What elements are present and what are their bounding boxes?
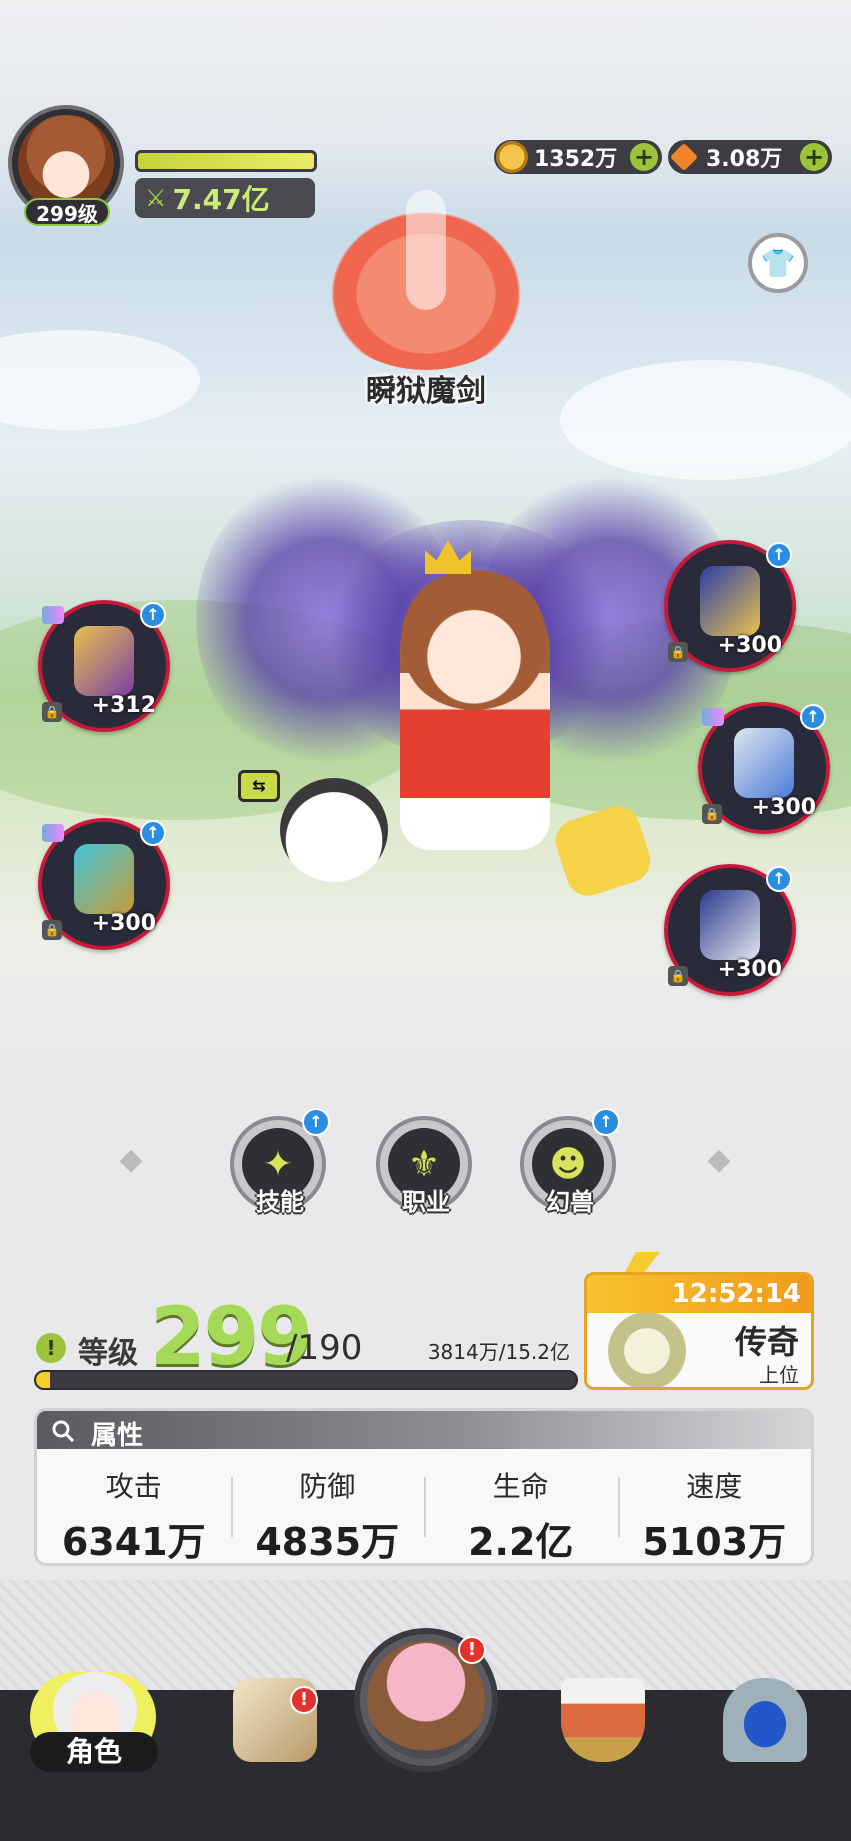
rank-card[interactable]: 12:52:14 传奇 上位 <box>584 1272 814 1390</box>
upgrade-arrow-icon: ↑ <box>140 602 166 628</box>
lock-icon: 🔒 <box>668 966 688 986</box>
lock-icon: 🔒 <box>42 920 62 940</box>
equip-slot-offhand[interactable]: ↑ 🔒 +300 <box>38 818 170 950</box>
hero-head <box>398 570 550 710</box>
gem-tag-icon <box>42 606 64 624</box>
weapon-item-icon <box>74 626 134 696</box>
rank-timer: 12:52:14 <box>587 1275 811 1313</box>
home-alert-badge: ! <box>458 1636 486 1664</box>
boots-item-icon <box>700 890 760 960</box>
wardrobe-button[interactable]: 👕 <box>748 233 808 293</box>
nav-role-label: 角色 <box>30 1732 158 1772</box>
gold-coin-icon <box>496 141 528 173</box>
upgrade-arrow-icon: ↑ <box>592 1108 620 1136</box>
gem-tag-icon <box>702 708 724 726</box>
armor-item-icon <box>734 728 794 798</box>
nav-tab-guild[interactable] <box>548 1678 658 1788</box>
class-label: 职业 <box>402 1188 450 1216</box>
upgrade-arrow-icon: ↑ <box>766 866 792 892</box>
swap-pet-icon[interactable]: ⇆ <box>238 770 280 802</box>
attributes-header: 属性 <box>37 1411 811 1451</box>
gold-amount: 1352万 <box>534 147 618 172</box>
shirt-icon: 👕 <box>760 246 796 280</box>
rank-sub: 上位 <box>759 1363 799 1387</box>
lock-icon: 🔒 <box>702 804 722 824</box>
cloud <box>560 360 851 480</box>
lock-icon: 🔒 <box>668 642 688 662</box>
panda-pet[interactable] <box>280 778 388 882</box>
attr-value: 6341万 <box>61 1520 206 1564</box>
quests-alert-badge: ! <box>290 1686 318 1714</box>
helmet-item-icon <box>700 566 760 636</box>
attributes-list: 攻击 6341万 防御 4835万 生命 2.2亿 速度 5103万 <box>37 1457 812 1563</box>
level-max: /190 <box>286 1328 363 1368</box>
attr-name: 攻击 <box>105 1470 162 1503</box>
level-info-icon[interactable]: ! <box>36 1333 66 1363</box>
ornament-divider-left: ◆ <box>119 1142 143 1177</box>
equip-slot-weapon[interactable]: ↑ 🔒 +312 <box>38 600 170 732</box>
equip-bonus: +312 <box>91 693 156 718</box>
equip-bonus: +300 <box>751 795 816 820</box>
combat-power-value: 7.47亿 <box>172 183 270 216</box>
nav-tab-portal[interactable] <box>710 1678 820 1788</box>
skill-label: 技能 <box>256 1188 304 1216</box>
attributes-panel[interactable]: 属性 攻击 6341万 防御 4835万 生命 2.2亿 速度 5103万 <box>34 1408 814 1566</box>
attr-attack: 攻击 6341万 <box>37 1457 231 1563</box>
skill-button[interactable]: ✦ ↑ 技能 <box>230 1108 330 1216</box>
equip-slot-boots[interactable]: ↑ 🔒 +300 <box>664 864 796 996</box>
attr-hp: 生命 2.2亿 <box>424 1457 618 1563</box>
equip-bonus: +300 <box>717 633 782 658</box>
combat-power: ⚔ 7.47亿 <box>135 178 315 218</box>
player-exp-bar <box>135 150 317 172</box>
exp-progress-fill <box>36 1372 50 1388</box>
search-icon <box>52 1420 75 1443</box>
attr-name: 生命 <box>492 1470 549 1503</box>
attr-speed: 速度 5103万 <box>617 1457 812 1563</box>
upgrade-arrow-icon: ↑ <box>302 1108 330 1136</box>
class-emblem[interactable] <box>318 190 534 370</box>
attr-value: 5103万 <box>642 1520 787 1564</box>
class-name: 瞬狱魔剑 <box>366 374 486 409</box>
shield-icon <box>561 1678 645 1762</box>
swords-icon: ⚔ <box>145 184 167 212</box>
rank-name: 传奇 <box>734 1323 799 1361</box>
equip-bonus: +300 <box>717 957 782 982</box>
equip-slot-armor[interactable]: ↑ 🔒 +300 <box>698 702 830 834</box>
gem-currency: 3.08万 + <box>668 140 832 174</box>
ornament-divider-right: ◆ <box>707 1142 731 1177</box>
rank-emblem-icon <box>595 1313 699 1387</box>
equip-bonus: +300 <box>91 911 156 936</box>
offhand-item-icon <box>74 844 134 914</box>
class-button[interactable]: ⚜ 职业 <box>376 1116 476 1216</box>
lock-icon: 🔒 <box>42 702 62 722</box>
attr-name: 防御 <box>299 1470 356 1503</box>
exp-text: 3814万/15.2亿 <box>427 1340 570 1364</box>
avatar-portrait <box>18 115 114 211</box>
attr-name: 速度 <box>686 1470 743 1503</box>
beast-label: 幻兽 <box>546 1188 594 1216</box>
player-level-badge: 299级 <box>24 198 110 226</box>
cloud <box>0 330 200 430</box>
gem-amount: 3.08万 <box>706 147 783 172</box>
add-gems-button[interactable]: + <box>800 143 828 171</box>
portal-icon <box>723 1678 807 1762</box>
upgrade-arrow-icon: ↑ <box>766 542 792 568</box>
attr-value: 2.2亿 <box>468 1520 574 1564</box>
gem-tag-icon <box>42 824 64 842</box>
attributes-title: 属性 <box>91 1421 144 1451</box>
upgrade-arrow-icon: ↑ <box>140 820 166 846</box>
beast-button[interactable]: ☻ ↑ 幻兽 <box>520 1108 620 1216</box>
equip-slot-helmet[interactable]: ↑ 🔒 +300 <box>664 540 796 672</box>
exp-progress-bar <box>34 1370 578 1390</box>
level-label: 等级 <box>78 1336 138 1371</box>
attr-defense: 防御 4835万 <box>230 1457 425 1563</box>
gold-currency: 1352万 + <box>494 140 662 174</box>
add-gold-button[interactable]: + <box>630 143 658 171</box>
diamond-gem-icon <box>668 141 700 173</box>
attr-value: 4835万 <box>255 1520 400 1564</box>
upgrade-arrow-icon: ↑ <box>800 704 826 730</box>
